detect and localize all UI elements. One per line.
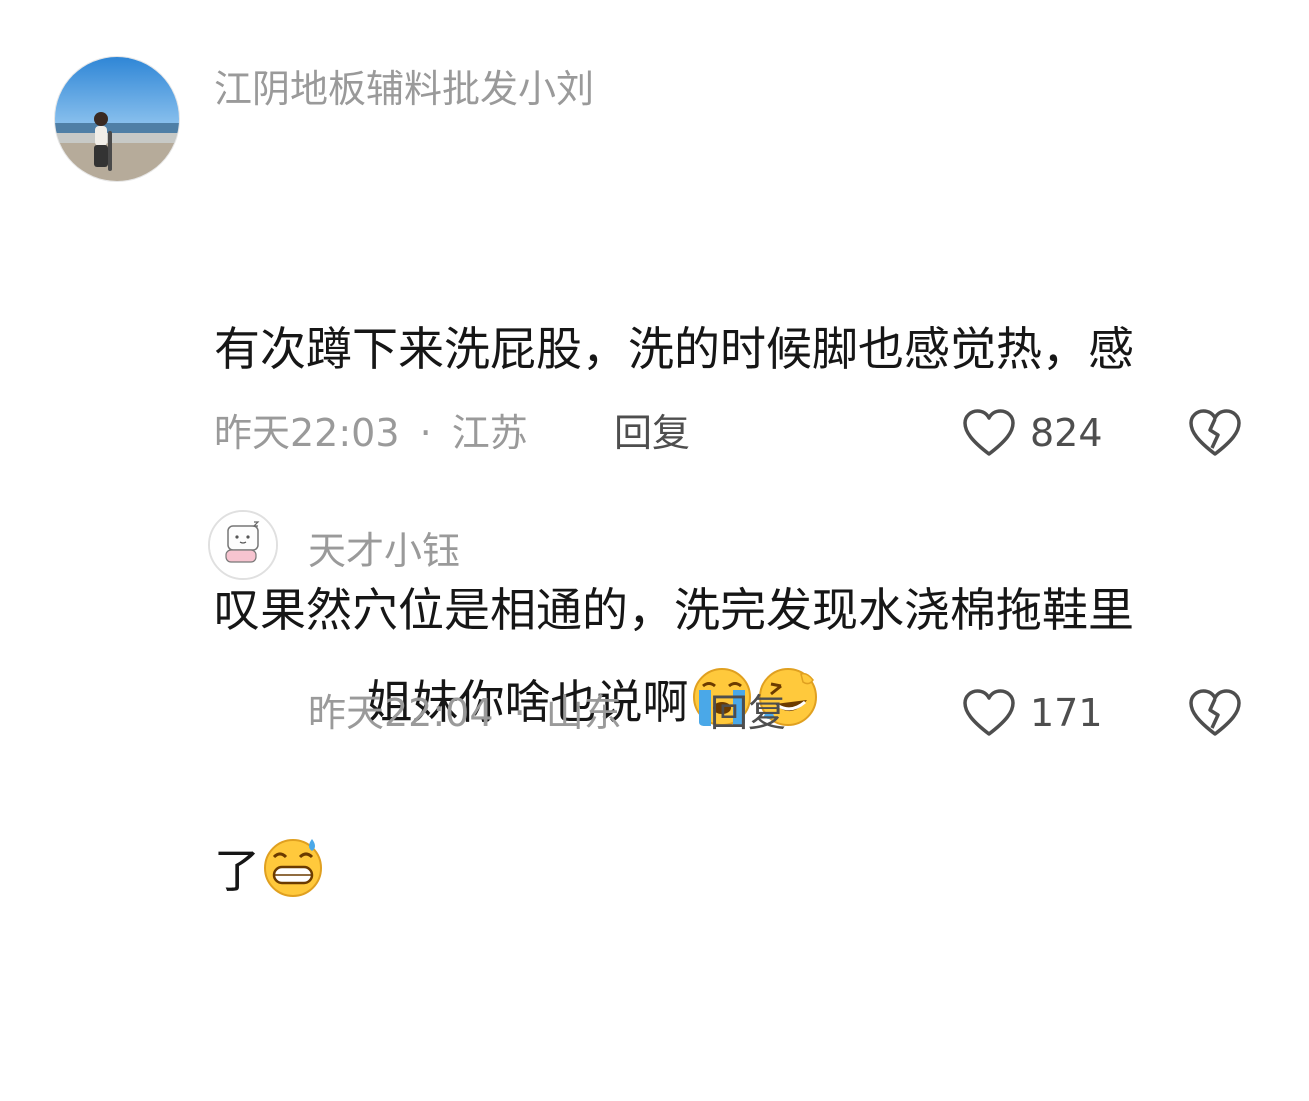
timestamp: 昨天22:04 <box>308 691 494 735</box>
comment-meta: 昨天22:04 · 山东 <box>308 690 622 736</box>
reply-item: 天才小钰 姐妹你啥也说啊 昨天22:04 · 山东 回复 171 <box>0 490 1309 790</box>
location: 山东 <box>545 691 622 735</box>
meta-separator: · <box>419 411 432 455</box>
username[interactable]: 天才小钰 <box>308 528 460 574</box>
timestamp: 昨天22:03 <box>214 411 400 455</box>
heart-outline-icon[interactable] <box>962 408 1016 458</box>
comment-text-line: 了 <box>214 828 1274 927</box>
avatar[interactable] <box>54 56 180 182</box>
avatar-beach-photo <box>55 57 179 181</box>
broken-heart-icon[interactable] <box>1188 688 1242 738</box>
comment-text-line-content: 了 <box>214 844 260 898</box>
comment-item: 江阴地板辅料批发小刘 有次蹲下来洗屁股，洗的时候脚也感觉热，感 叹果然穴位是相通… <box>0 0 1309 898</box>
username[interactable]: 江阴地板辅料批发小刘 <box>214 66 594 112</box>
like-count: 824 <box>1030 411 1103 455</box>
reply-button[interactable]: 回复 <box>710 690 786 736</box>
comment-meta: 昨天22:03 · 江苏 <box>214 410 528 456</box>
reply-button[interactable]: 回复 <box>614 410 690 456</box>
comment-text-line: 有次蹲下来洗屁股，洗的时候脚也感觉热，感 <box>214 322 1134 376</box>
heart-outline-icon[interactable] <box>962 688 1016 738</box>
grinning-sweat-emoji <box>260 833 326 927</box>
broken-heart-icon[interactable] <box>1188 408 1242 458</box>
location: 江苏 <box>451 411 528 455</box>
like-count: 171 <box>1030 691 1103 735</box>
avatar[interactable] <box>208 510 278 580</box>
avatar-cartoon <box>210 512 276 578</box>
meta-separator: · <box>513 691 526 735</box>
